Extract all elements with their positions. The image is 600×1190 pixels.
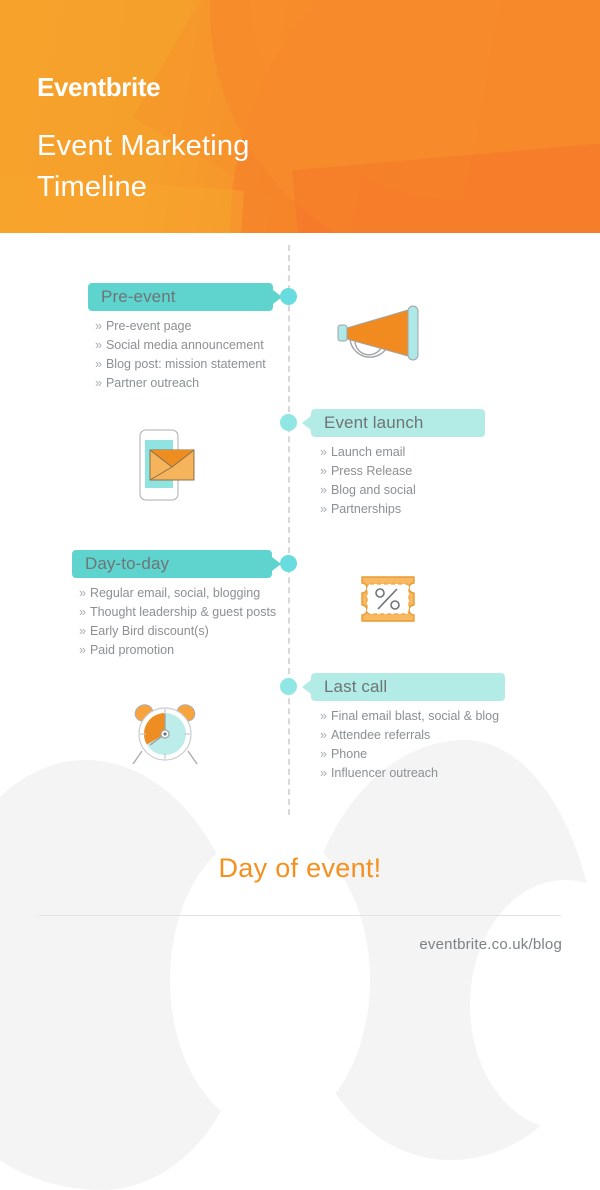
chevron-double-right-icon: » (95, 357, 102, 371)
bullet-text: Press Release (330, 464, 413, 478)
day-of-event-heading: Day of event! (218, 853, 382, 883)
chevron-double-right-icon: » (79, 586, 86, 600)
bullet-text: Attendee referrals (330, 728, 431, 742)
chevron-double-right-icon: » (79, 624, 86, 638)
list-item: » Early Bird discount(s) (79, 622, 276, 641)
bullet-text: Partner outreach (105, 376, 200, 390)
chevron-double-right-icon: » (320, 709, 327, 723)
list-item: » Influencer outreach (320, 764, 499, 783)
timeline-dot-day-to-day (280, 555, 297, 572)
stage-bullets-day-to-day: » Regular email, social, blogging » Though… (79, 584, 276, 660)
list-item: » Pre-event page (95, 317, 266, 336)
bullet-text: Thought leadership & guest posts (89, 605, 277, 619)
stage-label-last-call[interactable]: Last call (302, 673, 505, 701)
chevron-double-right-icon: » (320, 502, 327, 516)
chevron-double-right-icon: » (320, 464, 327, 478)
timeline-dot-pre-event (280, 288, 297, 305)
chevron-double-right-icon: » (79, 605, 86, 619)
stage-bullets-pre-event: » Pre-event page » Social media announceme… (95, 317, 266, 393)
stage-label-event-launch[interactable]: Event launch (302, 409, 485, 437)
list-item: » Thought leadership & guest posts (79, 603, 276, 622)
bullet-text: Phone (330, 747, 368, 761)
discount-ticket-icon (357, 576, 419, 622)
bullet-text: Social media announcement (105, 338, 264, 352)
chevron-double-right-icon: » (95, 338, 102, 352)
list-item: » Paid promotion (79, 641, 276, 660)
chevron-double-right-icon: » (320, 483, 327, 497)
chevron-double-right-icon: » (320, 445, 327, 459)
list-item: » Blog post: mission statement (95, 355, 266, 374)
bullet-text: Final email blast, social & blog (330, 709, 500, 723)
chevron-double-right-icon: » (95, 376, 102, 390)
bullet-text: Early Bird discount(s) (89, 624, 209, 638)
header-banner: Eventbrite Event Marketing Timeline (0, 0, 600, 233)
timeline-dashed-axis (288, 245, 290, 815)
bullet-text: Pre-event page (105, 319, 192, 333)
list-item: » Blog and social (320, 481, 416, 500)
bullet-text: Blog post: mission statement (105, 357, 266, 371)
list-item: » Final email blast, social & blog (320, 707, 499, 726)
list-item: » Social media announcement (95, 336, 266, 355)
footer-divider (39, 915, 561, 916)
bullet-text: Paid promotion (89, 643, 175, 657)
stage-label-day-to-day[interactable]: Day-to-day (72, 550, 281, 578)
site-url-link[interactable]: eventbrite.co.uk/blog (419, 936, 562, 953)
list-item: » Phone (320, 745, 499, 764)
page-title-line-1: Event Marketing (37, 130, 250, 162)
alarm-clock-icon (128, 698, 202, 770)
stage-bullets-last-call: » Final email blast, social & blog » Atten… (320, 707, 499, 783)
list-item: » Partner outreach (95, 374, 266, 393)
chevron-double-right-icon: » (95, 319, 102, 333)
bullet-text: Launch email (330, 445, 406, 459)
bullet-text: Regular email, social, blogging (89, 586, 261, 600)
list-item: » Partnerships (320, 500, 416, 519)
list-item: » Press Release (320, 462, 416, 481)
stage-label-pre-event[interactable]: Pre-event (88, 283, 282, 311)
chevron-double-right-icon: » (320, 747, 327, 761)
bullet-text: Influencer outreach (330, 766, 438, 780)
chevron-double-right-icon: » (320, 766, 327, 780)
mobile-email-icon (130, 428, 200, 504)
list-item: » Regular email, social, blogging (79, 584, 276, 603)
megaphone-icon (336, 298, 428, 368)
timeline-dot-last-call (280, 678, 297, 695)
page-title-line-2: Timeline (37, 171, 148, 204)
stage-bullets-event-launch: » Launch email » Press Release » Blog and s… (320, 443, 416, 519)
chevron-double-right-icon: » (320, 728, 327, 742)
list-item: » Launch email (320, 443, 416, 462)
list-item: » Attendee referrals (320, 726, 499, 745)
chevron-double-right-icon: » (79, 643, 86, 657)
page-title: Event Marketing Timeline (37, 126, 250, 208)
brand-logo: Eventbrite (37, 72, 161, 102)
timeline-dot-event-launch (280, 414, 297, 431)
bullet-text: Partnerships (330, 502, 402, 516)
bullet-text: Blog and social (330, 483, 416, 497)
